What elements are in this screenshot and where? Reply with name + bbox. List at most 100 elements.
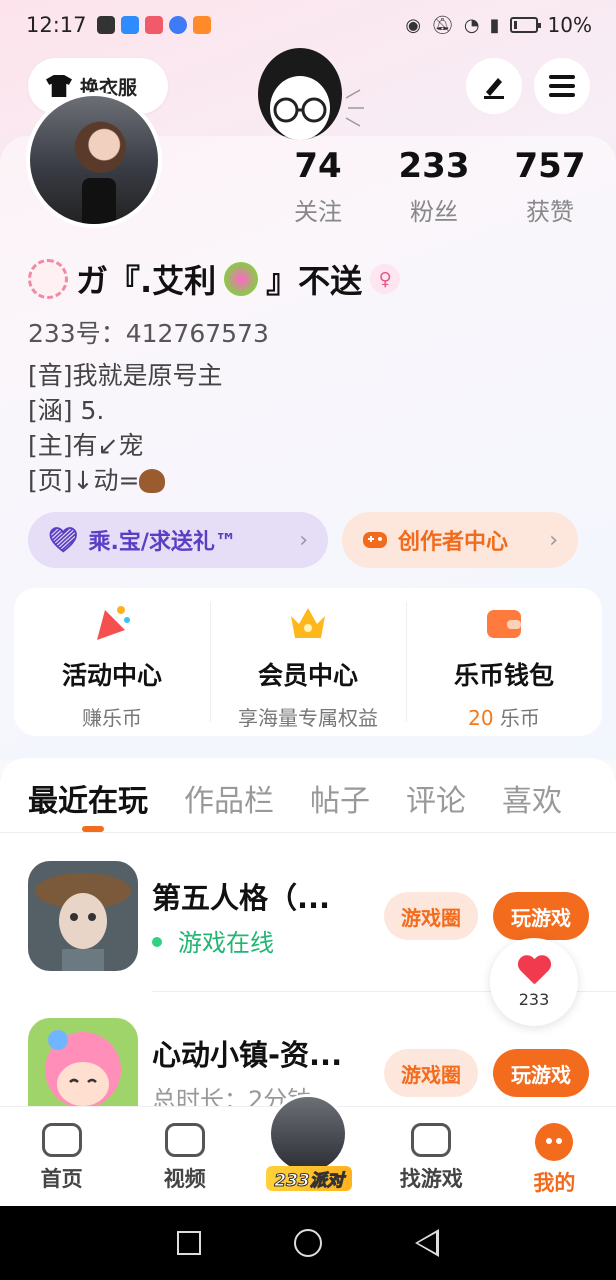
bio-line: [页]↓动= (28, 466, 140, 495)
bio-line: [音]我就是原号主 (28, 361, 223, 390)
gamepad-icon (363, 532, 387, 548)
hamburger-menu-icon (549, 75, 575, 97)
coin-unit: 乐币 (493, 706, 540, 730)
tab-works[interactable]: 作品栏 (184, 776, 274, 820)
system-navigation-bar (0, 1206, 616, 1280)
following-label: 关注 (294, 198, 342, 226)
coin-wallet[interactable]: 乐币钱包 20 乐币 (406, 588, 602, 736)
wifi-icon: ◔ (463, 14, 480, 36)
wallet-icon (487, 610, 521, 638)
no-sim-icon: ▮ (489, 14, 500, 36)
character-avatar-illustration (258, 48, 364, 140)
likes-count: 757 (514, 146, 586, 186)
member-center-sub: 享海量专属权益 (238, 706, 378, 730)
party-label[interactable]: 233派对 (266, 1166, 352, 1192)
profile-name-text: ガ『.艾利 (76, 262, 217, 300)
eye-icon: ◉ (405, 14, 422, 36)
recent-apps-icon[interactable] (176, 1231, 201, 1255)
status-bar: 12:17 ◉ 🔕︎ ◔ ▮ 10% (0, 0, 616, 50)
game-circle-button[interactable]: 游戏圈 (384, 892, 478, 940)
game-circle-button[interactable]: 游戏圈 (384, 1049, 478, 1097)
party-avatar-button[interactable] (268, 1094, 348, 1174)
back-triangle-icon[interactable] (415, 1229, 440, 1257)
heart-icon (517, 956, 551, 986)
flower-badge-icon (28, 259, 68, 299)
nav-me-label: 我的 (533, 1171, 576, 1195)
mute-icon: 🔕︎ (431, 14, 454, 36)
play-game-button[interactable]: 玩游戏 (493, 892, 589, 940)
chevron-right-icon: › (299, 527, 308, 553)
following-stat[interactable]: 74 关注 (258, 146, 378, 227)
bouquet-emoji-icon (224, 262, 259, 296)
bio-line: [主]有↙宠 (28, 431, 144, 460)
nav-home[interactable]: 首页 (0, 1107, 123, 1206)
profile-bio: [音]我就是原号主 [涵] 5. [主]有↙宠 [页]↓动= (28, 358, 223, 498)
fans-stat[interactable]: 233 粉丝 (374, 146, 494, 227)
user-id: 233号：412767573 (28, 319, 269, 348)
fans-label: 粉丝 (410, 198, 458, 226)
home-circle-icon[interactable] (293, 1229, 322, 1257)
list-icon (411, 1123, 452, 1157)
crown-icon (291, 608, 325, 638)
search-app-icon (120, 16, 139, 34)
browser-app-icon (168, 16, 187, 34)
creator-center-label: 创作者中心 (398, 530, 509, 555)
shop-app-icon (144, 16, 163, 34)
nav-find-games[interactable]: 找游戏 (370, 1107, 493, 1206)
female-gender-icon: ♀ (370, 264, 401, 294)
battery-icon (509, 17, 541, 33)
nav-video-label: 视频 (163, 1167, 206, 1191)
chevron-right-icon: › (549, 527, 558, 553)
coin-wallet-title: 乐币钱包 (453, 661, 554, 690)
menu-button[interactable] (534, 58, 590, 114)
me-face-icon (535, 1123, 574, 1161)
pencil-icon (484, 78, 504, 99)
activity-center[interactable]: 活动中心 赚乐币 (14, 588, 210, 736)
likes-stat[interactable]: 757 获赞 (490, 146, 610, 227)
tab-likes[interactable]: 喜欢 (502, 776, 562, 820)
battery-percent: 10% (547, 13, 592, 37)
party-popper-icon (97, 606, 130, 640)
status-time: 12:17 (26, 13, 87, 37)
family-group-label: 乘.宝/求送礼™ (88, 530, 237, 555)
tab-posts[interactable]: 帖子 (310, 776, 370, 820)
shirt-icon (46, 75, 72, 97)
tab-recently-played[interactable]: 最近在玩 (28, 776, 148, 832)
coin-wallet-sub: 20 乐币 (468, 702, 540, 731)
poop-emoji-icon (139, 469, 166, 493)
play-app-icon (192, 16, 211, 34)
creator-center-pill[interactable]: 创作者中心 › (342, 512, 578, 568)
like-count: 233 (518, 989, 550, 1009)
identity-v-game-icon (28, 861, 138, 971)
play-game-button[interactable]: 玩游戏 (493, 1049, 589, 1097)
game-title: 第五人格（... (152, 881, 331, 915)
family-group-pill[interactable]: 💜︎ 乘.宝/求送礼™ › (28, 512, 328, 568)
bio-line-wrap: [页]↓动= (28, 463, 223, 498)
services-panel: 活动中心 赚乐币 会员中心 享海量专属权益 乐币钱包 20 乐币 (14, 588, 602, 736)
purple-heart-icon: 💜︎ (48, 526, 79, 554)
video-app-icon (96, 16, 115, 34)
activity-center-title: 活动中心 (61, 661, 162, 690)
profile-name-suffix: 』不送 (266, 262, 363, 300)
activity-center-sub: 赚乐币 (82, 706, 142, 730)
game-title: 心动小镇-资... (152, 1038, 343, 1072)
tabs-divider (0, 832, 616, 833)
tab-comments[interactable]: 评论 (406, 776, 466, 820)
game-online-status: 游戏在线 (152, 923, 274, 958)
like-floating-button[interactable]: 233 (490, 938, 578, 1026)
likes-label: 获赞 (526, 198, 574, 226)
fans-count: 233 (398, 146, 470, 186)
member-center-title: 会员中心 (257, 661, 358, 690)
nav-video[interactable]: 视频 (123, 1107, 246, 1206)
edit-profile-button[interactable] (466, 58, 522, 114)
content-tabs: 最近在玩 作品栏 帖子 评论 喜欢 (28, 776, 598, 832)
nav-me[interactable]: 我的 (493, 1107, 616, 1206)
profile-avatar[interactable] (26, 92, 162, 228)
video-play-icon (164, 1123, 205, 1157)
nav-find-games-label: 找游戏 (399, 1167, 463, 1191)
gamepad-home-icon (41, 1123, 82, 1157)
coin-balance: 20 (468, 706, 494, 730)
bio-line: [涵] 5. (28, 396, 105, 425)
member-center[interactable]: 会员中心 享海量专属权益 (210, 588, 406, 736)
following-count: 74 (294, 146, 342, 186)
